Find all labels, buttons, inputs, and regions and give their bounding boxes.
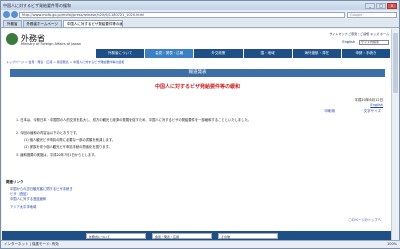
nav-item-active[interactable]: 会見・発表・広報 — [145, 49, 195, 58]
print-link[interactable]: 印刷用 — [325, 109, 336, 114]
font-size-link[interactable]: 文字サイズ — [364, 109, 381, 114]
related-link[interactable]: アジア太平洋地域 — [10, 204, 36, 209]
nav-item[interactable]: 外交政策 — [194, 49, 244, 58]
page-title: 中国人に対するビザ発給要件等の緩和 — [154, 84, 240, 90]
nav-item[interactable]: 申請・手続き — [341, 49, 392, 58]
nav-item[interactable]: 海外渡航・滞在 — [292, 49, 342, 58]
scrollbar[interactable] — [391, 29, 398, 241]
paragraph: (2) 家族を伴う個人観光ビザ申請手続の簡素化を図ります。 — [24, 145, 112, 149]
window-title: 中国人に対するビザ発給要件等の緩和 — [3, 2, 71, 8]
address-bar[interactable]: http://www.mofa.go.jp/mofaj/press/releas… — [19, 11, 345, 18]
site-search-input[interactable]: サイト内検索 — [359, 40, 389, 45]
tab-active[interactable]: 中国人に対するビザ発給要件等の緩和 — [62, 20, 123, 27]
english-link[interactable]: English — [342, 40, 355, 44]
minimize-icon[interactable]: _ — [365, 2, 375, 9]
back-icon[interactable] — [3, 11, 10, 18]
tab-item[interactable]: 外務省ホームページ — [22, 20, 62, 27]
close-icon[interactable]: x — [387, 2, 397, 9]
zoom-level[interactable]: 100% — [387, 241, 397, 248]
status-bar: インターネット | 保護モード: 有効 100% — [1, 240, 400, 248]
related-link[interactable]: 中国人に対する査証緩和 — [10, 196, 46, 201]
maximize-icon[interactable]: □ — [376, 2, 386, 9]
paragraph: 3. 緩和措置の実施は、平成20年7月1日からとします。 — [16, 153, 98, 157]
related-heading: 関連リンク — [6, 180, 24, 184]
page-content: 外務省 Ministry of Foreign Affairs of Japan… — [2, 29, 393, 241]
navigation-bar: http://www.mofa.go.jp/mofaj/press/releas… — [1, 10, 399, 19]
footer-select[interactable]: その他 — [218, 233, 278, 239]
search-input[interactable]: Google — [347, 11, 397, 18]
paragraph: 1. 日本は、今般日本・中国間の人的交流を拡大し、双方の観光と経済の発展を促すた… — [16, 118, 251, 122]
section-band: 報道発表 — [10, 69, 385, 77]
paragraph: 2. 今回の緩和の内容は以下のとおりです。 — [16, 131, 80, 135]
forward-icon[interactable] — [11, 11, 18, 18]
status-text: インターネット | 保護モード: 有効 — [4, 242, 59, 246]
site-logo-en: Ministry of Foreign Affairs of Japan — [21, 42, 82, 46]
top-links[interactable]: サイトマップ ご意見・ご感想 キッズ ホーム — [329, 32, 389, 36]
browser-window: 中国人に対するビザ発給要件等の緩和 _ □ x http://www.mofa.… — [0, 0, 400, 249]
footer-select[interactable]: 会見・発表・広報 — [152, 233, 212, 239]
tab-item[interactable]: 外務省 — [3, 20, 22, 27]
mofa-logo-icon[interactable] — [6, 33, 18, 45]
back-to-top-link[interactable]: このページのトップへ — [348, 217, 381, 222]
nav-item[interactable]: 外務省について — [96, 49, 146, 58]
title-bar: 中国人に対するビザ発給要件等の緩和 _ □ x — [1, 1, 399, 10]
paragraph: (1) 個人観光ビザ申請の際に必要な一部の書類を削減します。 — [24, 138, 116, 142]
nav-item[interactable]: 国・地域 — [243, 49, 293, 58]
tab-bar: 外務省 外務省ホームページ 中国人に対するビザ発給要件等の緩和 — [1, 19, 399, 28]
site-header: 外務省 Ministry of Foreign Affairs of Japan… — [2, 29, 393, 58]
footer-select[interactable]: 外務省について — [86, 233, 146, 239]
global-nav: 外務省について 会見・発表・広報 外交政策 国・地域 海外渡航・滞在 申請・手続… — [96, 49, 392, 58]
breadcrumb[interactable]: トップページ > 会見・発表・広報 > 報道発表 > 中国人に対するビザ発給要件… — [2, 60, 393, 64]
scrollbar-thumb[interactable] — [393, 33, 398, 93]
english-version-link[interactable]: English — [370, 103, 383, 107]
